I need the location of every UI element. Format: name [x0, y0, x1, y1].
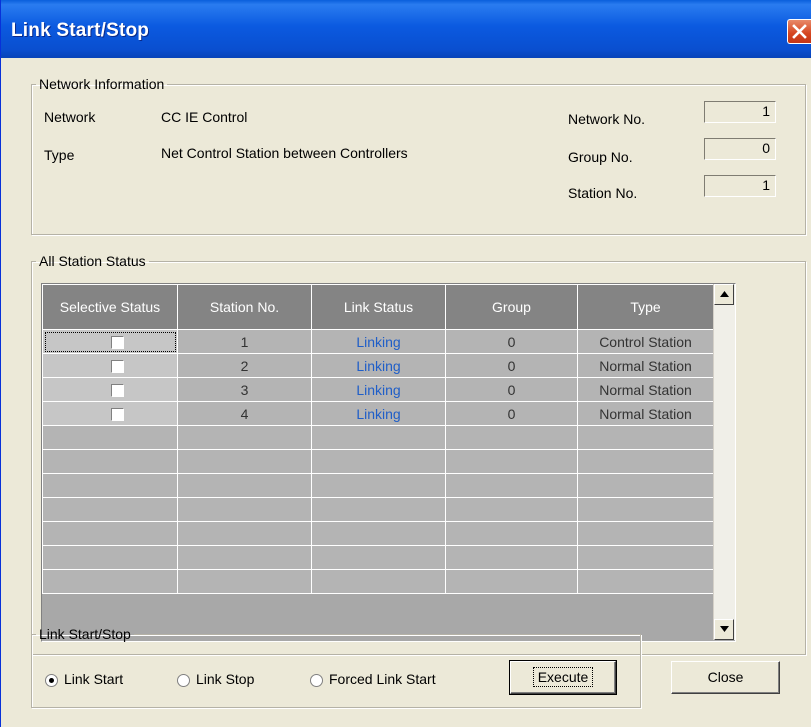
column-header[interactable]: Station No. [177, 284, 312, 330]
arrow-up-icon [720, 291, 729, 297]
scroll-up-button[interactable] [714, 284, 734, 305]
group-cell: 0 [445, 401, 578, 426]
column-header[interactable]: Link Status [311, 284, 446, 330]
empty-row [42, 425, 714, 450]
selective-status-cell[interactable] [42, 353, 178, 378]
network-no-label: Network No. [568, 111, 646, 127]
group-cell: 0 [445, 353, 578, 378]
arrow-down-icon [720, 626, 729, 632]
group-cell: 0 [445, 329, 578, 354]
close-window-button[interactable] [787, 19, 811, 44]
station-table: Selective Status Station No. Link Status… [42, 284, 714, 594]
selective-status-cell[interactable] [42, 329, 178, 354]
empty-row [42, 497, 714, 522]
column-header[interactable]: Group [445, 284, 578, 330]
network-info-group: Network Information [31, 76, 806, 235]
vertical-scrollbar[interactable] [713, 284, 735, 640]
empty-row [42, 449, 714, 474]
execute-button[interactable]: Execute [509, 660, 617, 695]
link-status-cell: Linking [311, 353, 446, 378]
link-control-legend: Link Start/Stop [39, 626, 131, 642]
link-stop-text: Link Stop [196, 671, 255, 687]
empty-row [42, 569, 714, 594]
window-title: Link Start/Stop [11, 20, 150, 41]
forced-link-start-text: Forced Link Start [329, 671, 436, 687]
close-icon [792, 24, 807, 39]
link-start-text: Link Start [64, 671, 124, 687]
scroll-down-button[interactable] [714, 619, 734, 640]
forced-link-start-radio-dot[interactable] [310, 674, 323, 687]
group-cell: 0 [445, 377, 578, 402]
close-label: Close [707, 669, 744, 685]
empty-row [42, 521, 714, 546]
station-no-field: 1 [704, 175, 776, 197]
station-no-label: Station No. [568, 185, 638, 201]
link-start-label: Link Start [64, 671, 123, 687]
column-header[interactable]: Selective Status [42, 284, 178, 330]
station-no-cell: 3 [177, 377, 312, 402]
type-cell: Normal Station [577, 401, 714, 426]
group-no-label: Group No. [568, 149, 633, 165]
group-no-field: 0 [704, 138, 776, 160]
type-cell: Control Station [577, 329, 714, 354]
network-no-field: 1 [704, 101, 776, 123]
table-row[interactable]: 4 Linking 0 Normal Station [42, 401, 714, 426]
station-checkbox[interactable] [110, 408, 124, 422]
title-bar[interactable]: Link Start/Stop [1, 0, 811, 58]
station-no-cell: 2 [177, 353, 312, 378]
station-checkbox[interactable] [110, 336, 124, 350]
column-header[interactable]: Type [577, 284, 714, 330]
network-label: Network [44, 109, 96, 125]
dialog-client: Network Information Network CC IE Contro… [1, 58, 811, 727]
link-status-cell: Linking [311, 377, 446, 402]
forced-link-start-label: Forced Link Start [329, 671, 436, 687]
link-stop-label: Link Stop [196, 671, 254, 687]
table-row[interactable]: 3 Linking 0 Normal Station [42, 377, 714, 402]
type-value: Net Control Station between Controllers [161, 145, 408, 161]
link-stop-radio-dot[interactable] [177, 674, 190, 687]
type-cell: Normal Station [577, 377, 714, 402]
execute-label: Execute [532, 667, 594, 687]
type-label: Type [44, 147, 75, 163]
close-button[interactable]: Close [671, 661, 780, 694]
selective-status-cell[interactable] [42, 377, 178, 402]
station-no-cell: 4 [177, 401, 312, 426]
empty-row [42, 545, 714, 570]
network-value: CC IE Control [161, 109, 248, 125]
table-row[interactable]: 1 Linking 0 Control Station [42, 329, 714, 354]
type-cell: Normal Station [577, 353, 714, 378]
station-status-legend: All Station Status [39, 253, 146, 269]
empty-row [42, 473, 714, 498]
link-start-radio-dot[interactable] [45, 674, 58, 687]
link-status-cell: Linking [311, 401, 446, 426]
station-checkbox[interactable] [110, 384, 124, 398]
selective-status-cell[interactable] [42, 401, 178, 426]
dialog-window: Link Start/Stop Network Information Netw… [0, 0, 811, 727]
table-row[interactable]: 2 Linking 0 Normal Station [42, 353, 714, 378]
table-header-row: Selective Status Station No. Link Status… [42, 284, 714, 330]
station-no-cell: 1 [177, 329, 312, 354]
station-status-grid[interactable]: Selective Status Station No. Link Status… [41, 283, 736, 642]
link-status-cell: Linking [311, 329, 446, 354]
station-checkbox[interactable] [110, 360, 124, 374]
network-info-legend: Network Information [39, 76, 165, 92]
